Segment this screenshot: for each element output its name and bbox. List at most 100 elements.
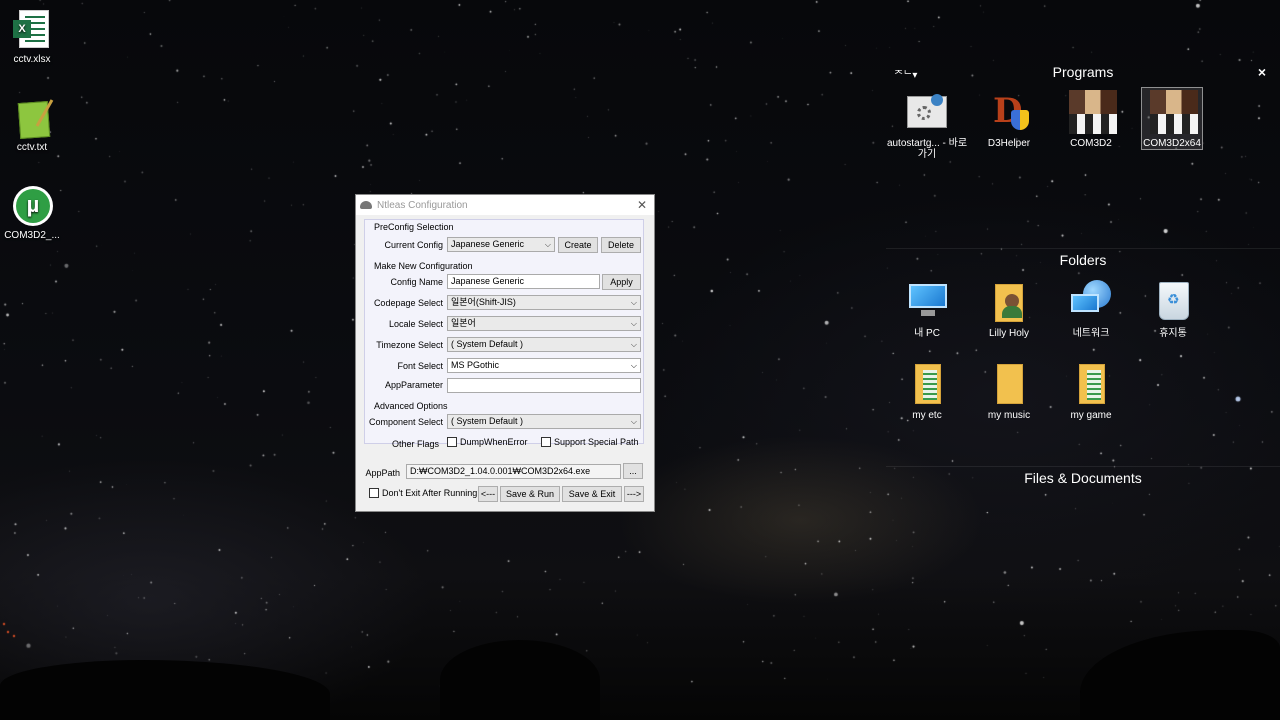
dump-when-error-label: DumpWhenError (460, 437, 528, 447)
font-value: MS PGothic (451, 360, 500, 370)
folder-icon (1069, 362, 1113, 406)
group-separator (886, 466, 1280, 467)
tile-label: my game (1070, 410, 1112, 421)
component-select[interactable]: ( System Default ) ⌵ (447, 414, 641, 429)
apply-button[interactable]: Apply (602, 274, 641, 290)
app-parameter-input[interactable] (447, 378, 641, 393)
game-art-icon (1150, 90, 1198, 134)
desktop-icon-com3d2-torrent[interactable]: µ COM3D2_... (0, 186, 64, 241)
chevron-down-icon: ⌵ (544, 240, 551, 249)
preconfig-group-label: PreConfig Selection (374, 222, 454, 232)
folder-icon (905, 362, 949, 406)
excel-file-icon: X (13, 10, 51, 50)
tile-label: COM3D2x64 (1143, 138, 1201, 149)
folder-icon (987, 362, 1031, 406)
network-icon (1069, 280, 1113, 324)
app-parameter-label: AppParameter (384, 380, 443, 390)
group-title-files-documents: Files & Documents (1024, 470, 1142, 486)
font-select[interactable]: MS PGothic ⌵ (447, 358, 641, 373)
font-label: Font Select (397, 361, 443, 371)
prev-button[interactable]: <--- (478, 486, 498, 502)
desktop-icon-cctv-xlsx[interactable]: X cctv.xlsx (0, 10, 64, 65)
tile-my-music[interactable]: my music (968, 362, 1050, 421)
timezone-select[interactable]: ( System Default ) ⌵ (447, 337, 641, 352)
chevron-down-icon: ⌵ (630, 361, 637, 370)
user-folder-icon (987, 280, 1031, 324)
component-label: Component Select (368, 417, 443, 427)
current-config-value: Japanese Generic (451, 239, 525, 249)
tile-recycle-bin[interactable]: ♻ 휴지통 (1132, 280, 1214, 339)
tile-label: my etc (912, 410, 942, 421)
desktop-icon-label: cctv.txt (16, 142, 48, 153)
tile-user-folder[interactable]: Lilly Holy (968, 280, 1050, 339)
checkbox-box[interactable] (541, 437, 551, 447)
tile-label: 네트워크 (1072, 328, 1110, 339)
tile-network[interactable]: 네트워크 (1050, 280, 1132, 339)
codepage-label: Codepage Select (373, 298, 443, 308)
tile-autostart-shortcut[interactable]: autostartg... - 바로 가기 (886, 90, 968, 160)
tile-label: 내 PC (914, 328, 940, 339)
support-special-path-label: Support Special Path (554, 437, 639, 447)
tile-my-etc[interactable]: my etc (886, 362, 968, 421)
locale-label: Locale Select (388, 319, 443, 329)
close-icon[interactable]: ✕ (630, 198, 654, 212)
desktop-icon-label: cctv.xlsx (13, 54, 51, 65)
ntleas-config-dialog: Ntleas Configuration ✕ PreConfig Selecti… (355, 194, 655, 512)
tile-com3d2[interactable]: COM3D2 (1050, 90, 1132, 149)
tile-d3helper[interactable]: D D3Helper (968, 90, 1050, 149)
group-separator (886, 248, 1280, 249)
tile-label: D3Helper (987, 138, 1031, 149)
d3-shield-icon: D (987, 90, 1031, 134)
tile-label: 휴지통 (1159, 328, 1187, 339)
component-value: ( System Default ) (451, 416, 524, 426)
dialog-titlebar[interactable]: Ntleas Configuration ✕ (356, 195, 654, 215)
config-panel: PreConfig Selection Current Config Japan… (364, 219, 644, 449)
timezone-value: ( System Default ) (451, 339, 524, 349)
game-art-icon (1069, 90, 1117, 134)
save-exit-button[interactable]: Save & Exit (562, 486, 622, 502)
tile-label: Lilly Holy (988, 328, 1029, 339)
dialog-title: Ntleas Configuration (377, 199, 468, 211)
computer-icon (905, 280, 949, 324)
save-run-button[interactable]: Save & Run (500, 486, 560, 502)
checkbox-box[interactable] (369, 488, 379, 498)
delete-button[interactable]: Delete (601, 237, 641, 253)
tile-label: my music (987, 410, 1031, 421)
other-flags-label: Other Flags (391, 439, 439, 449)
start-menu-panel: ᄌᄂ▾ × Programs autostartg... - 바로 가기 D D… (886, 54, 1280, 720)
browse-button[interactable]: ... (623, 463, 643, 479)
recycle-bin-icon: ♻ (1151, 280, 1195, 324)
current-config-select[interactable]: Japanese Generic ⌵ (447, 237, 555, 252)
support-special-path-checkbox[interactable]: Support Special Path (541, 437, 639, 447)
chevron-down-icon: ⌵ (630, 340, 637, 349)
apppath-label: AppPath (365, 468, 400, 478)
make-new-group-label: Make New Configuration (374, 261, 473, 271)
apppath-input[interactable]: D:₩COM3D2_1.04.0.001₩COM3D2x64.exe (406, 464, 621, 479)
checkbox-box[interactable] (447, 437, 457, 447)
next-button[interactable]: ---> (624, 486, 644, 502)
group-title-programs: Programs (1052, 64, 1114, 80)
advanced-group-label: Advanced Options (374, 401, 448, 411)
tile-my-game[interactable]: my game (1050, 362, 1132, 421)
chevron-down-icon: ⌵ (630, 319, 637, 328)
notepad-file-icon (13, 98, 54, 140)
locale-value: 일본어 (451, 318, 476, 328)
locale-select[interactable]: 일본어 ⌵ (447, 316, 641, 331)
palm-silhouette-mid (440, 640, 600, 720)
group-title-folders: Folders (1059, 252, 1107, 268)
tile-this-pc[interactable]: 내 PC (886, 280, 968, 339)
chevron-down-icon: ⌵ (630, 298, 637, 307)
tile-label: COM3D2 (1070, 138, 1112, 149)
dump-when-error-checkbox[interactable]: DumpWhenError (447, 437, 528, 447)
config-name-input[interactable]: Japanese Generic (447, 274, 600, 289)
desktop-icon-cctv-txt[interactable]: cctv.txt (0, 98, 64, 153)
app-icon (360, 201, 372, 209)
current-config-label: Current Config (384, 240, 443, 250)
gear-shortcut-icon (905, 90, 949, 134)
dont-exit-checkbox[interactable]: Don't Exit After Running (369, 488, 477, 498)
create-button[interactable]: Create (558, 237, 598, 253)
tile-com3d2x64[interactable]: COM3D2x64 (1141, 87, 1203, 150)
codepage-select[interactable]: 일본어(Shift-JIS) ⌵ (447, 295, 641, 310)
codepage-value: 일본어(Shift-JIS) (451, 297, 516, 307)
config-name-label: Config Name (390, 277, 443, 287)
